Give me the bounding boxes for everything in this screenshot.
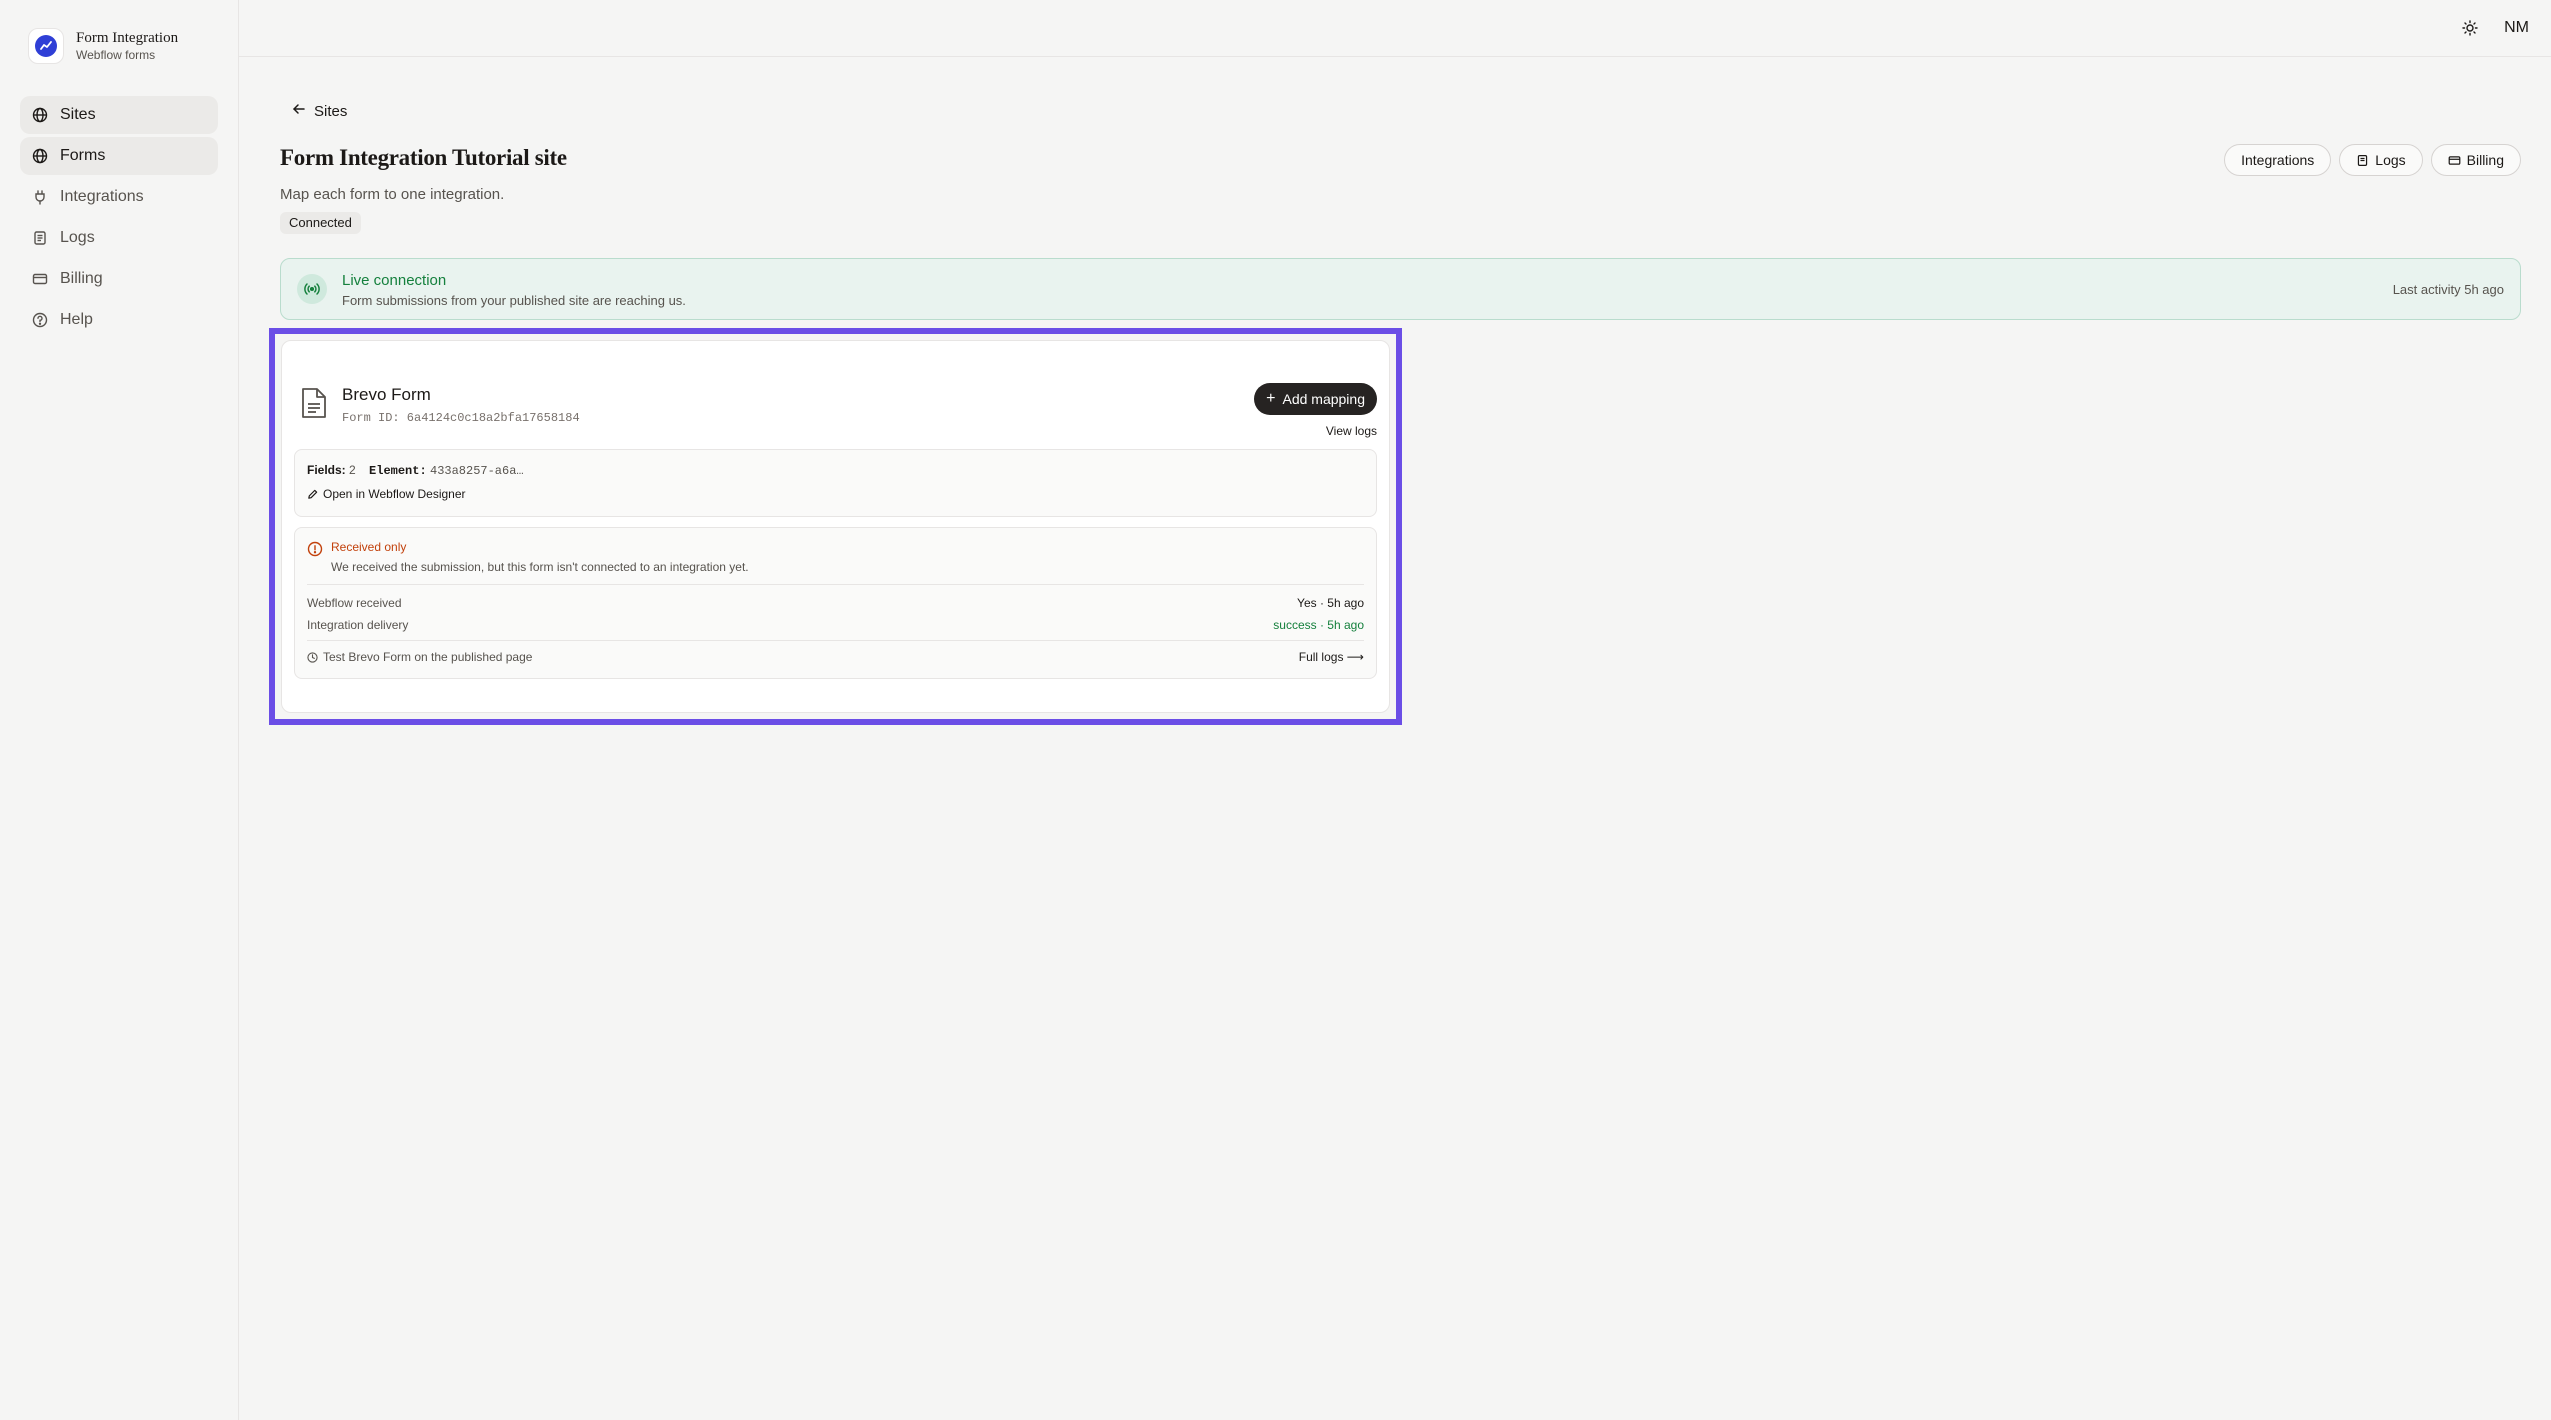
sidebar-item-label: Billing bbox=[60, 270, 103, 287]
fields-label: Fields: bbox=[307, 463, 346, 477]
integrations-button[interactable]: Integrations bbox=[2224, 144, 2332, 176]
sidebar-item-label: Forms bbox=[60, 147, 106, 164]
sidebar-nav: Sites Forms Integrations Logs Billing He… bbox=[20, 96, 218, 342]
billing-button-label: Billing bbox=[2466, 152, 2504, 168]
scroll-icon bbox=[2356, 154, 2369, 167]
alert-circle-icon bbox=[307, 541, 323, 557]
clock-icon bbox=[307, 651, 318, 663]
page-subtitle: Map each form to one integration. bbox=[280, 186, 505, 203]
chart-line-icon bbox=[35, 35, 57, 57]
page-title: Form Integration Tutorial site bbox=[280, 145, 567, 170]
integration-delivery-label: Integration delivery bbox=[307, 618, 409, 632]
brand-subtitle: Webflow forms bbox=[76, 48, 156, 62]
sidebar-item-help[interactable]: Help bbox=[20, 301, 218, 339]
last-activity: Last activity 5h ago bbox=[2392, 282, 2504, 297]
form-id: Form ID: 6a4124c0c18a2bfa17658184 bbox=[342, 411, 580, 425]
plug-icon bbox=[32, 189, 48, 205]
open-designer-label: Open in Webflow Designer bbox=[323, 487, 466, 501]
document-icon bbox=[300, 387, 328, 424]
element-value: 433a8257-a6a… bbox=[430, 464, 524, 478]
sun-icon[interactable] bbox=[2458, 16, 2482, 40]
billing-button[interactable]: Billing bbox=[2430, 144, 2521, 176]
globe-icon bbox=[32, 107, 48, 123]
submission-status-box: Received only We received the submission… bbox=[294, 527, 1377, 679]
live-connection-description: Form submissions from your published sit… bbox=[342, 293, 686, 308]
sidebar-item-integrations[interactable]: Integrations bbox=[20, 178, 218, 216]
sidebar-item-label: Integrations bbox=[60, 188, 144, 205]
status-badge: Connected bbox=[280, 212, 361, 234]
webflow-received-label: Webflow received bbox=[307, 596, 402, 610]
credit-card-icon bbox=[2448, 154, 2461, 167]
test-form-hint: Test Brevo Form on the published page bbox=[307, 650, 532, 664]
brand-logo bbox=[28, 28, 64, 64]
sidebar: Form Integration Webflow forms Sites For… bbox=[0, 0, 239, 1420]
form-card-highlight: Brevo Form Form ID: 6a4124c0c18a2bfa1765… bbox=[269, 328, 1402, 725]
sidebar-item-label: Logs bbox=[60, 229, 95, 246]
brand[interactable]: Form Integration Webflow forms bbox=[28, 28, 178, 64]
scroll-icon bbox=[32, 230, 48, 246]
user-avatar[interactable]: NM bbox=[2504, 19, 2529, 37]
brand-title: Form Integration bbox=[76, 30, 179, 46]
globe-icon bbox=[32, 148, 48, 164]
add-mapping-button[interactable]: + Add mapping bbox=[1254, 383, 1377, 415]
integrations-button-label: Integrations bbox=[2241, 152, 2315, 168]
live-connection-title: Live connection bbox=[342, 272, 447, 289]
live-connection-banner: Live connection Form submissions from yo… bbox=[280, 258, 2521, 320]
back-label: Sites bbox=[314, 102, 348, 120]
full-logs-link[interactable]: Full logs ⟶ bbox=[1299, 650, 1364, 664]
status-description: We received the submission, but this for… bbox=[331, 560, 749, 574]
pencil-icon bbox=[307, 489, 318, 500]
test-form-text: Test Brevo Form on the published page bbox=[323, 650, 533, 664]
plus-icon: + bbox=[1266, 390, 1276, 407]
sidebar-item-logs[interactable]: Logs bbox=[20, 219, 218, 257]
back-to-sites-link[interactable]: Sites bbox=[292, 102, 347, 120]
header-actions: Integrations Logs Billing bbox=[2216, 144, 2521, 176]
view-logs-link[interactable]: View logs bbox=[1326, 424, 1377, 438]
form-info-box: Fields: 2 Element: 433a8257-a6a… Open in… bbox=[294, 449, 1377, 517]
fields-value: 2 bbox=[349, 463, 356, 477]
sidebar-item-billing[interactable]: Billing bbox=[20, 260, 218, 298]
status-title: Received only bbox=[331, 540, 407, 554]
form-title: Brevo Form bbox=[342, 385, 431, 404]
open-in-designer-link[interactable]: Open in Webflow Designer bbox=[307, 487, 466, 501]
status-divider bbox=[307, 640, 1364, 641]
fields-line: Fields: 2 Element: 433a8257-a6a… bbox=[307, 463, 524, 478]
status-divider bbox=[307, 584, 1364, 585]
logs-button-label: Logs bbox=[2375, 152, 2406, 168]
help-circle-icon bbox=[32, 312, 48, 328]
webflow-received-value: Yes · 5h ago bbox=[1297, 596, 1364, 610]
sidebar-item-label: Sites bbox=[60, 106, 96, 123]
element-label: Element: bbox=[369, 464, 427, 478]
add-mapping-label: Add mapping bbox=[1282, 391, 1365, 407]
sidebar-item-sites[interactable]: Sites bbox=[20, 96, 218, 134]
topbar: NM bbox=[239, 0, 2551, 57]
logs-button[interactable]: Logs bbox=[2339, 144, 2423, 176]
form-card: Brevo Form Form ID: 6a4124c0c18a2bfa1765… bbox=[281, 340, 1390, 713]
sidebar-item-forms[interactable]: Forms bbox=[20, 137, 218, 175]
radio-signal-icon bbox=[297, 274, 327, 304]
credit-card-icon bbox=[32, 271, 48, 287]
integration-delivery-value: success · 5h ago bbox=[1273, 618, 1364, 632]
arrow-left-icon bbox=[292, 102, 306, 120]
sidebar-item-label: Help bbox=[60, 311, 93, 328]
